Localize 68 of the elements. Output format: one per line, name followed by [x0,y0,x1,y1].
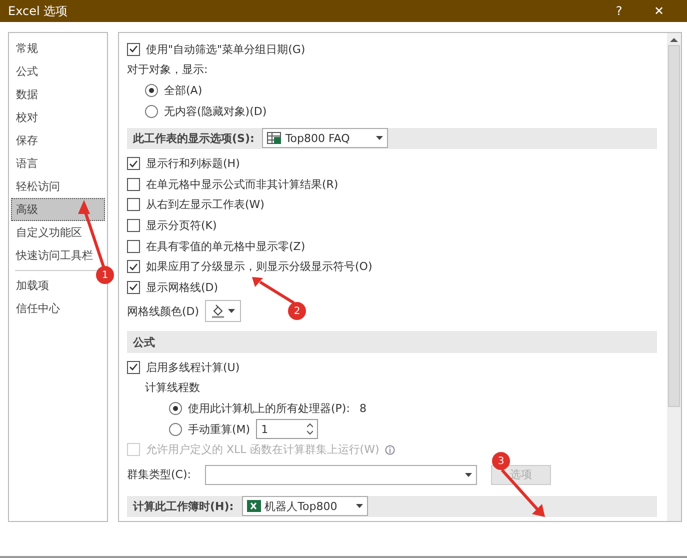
step-number: 3 [492,452,510,470]
radio-button[interactable] [169,422,182,436]
window-title: Excel 选项 [8,2,69,20]
caret-icon [464,472,472,477]
processor-count: 8 [358,402,366,415]
checkbox-label: 使用"自动筛选"菜单分组日期(G) [146,42,306,57]
paint-bucket-icon [211,304,226,318]
thread-count-spinner[interactable]: 1 [256,419,318,440]
sidebar-item[interactable]: 自定义功能区 [11,221,87,244]
checkbox[interactable] [127,178,140,191]
annotation-arrow [252,277,296,305]
step-number: 1 [96,266,114,284]
checkbox[interactable] [127,218,140,232]
section-title: 公式 [133,334,155,350]
checkbox-label: 如果应用了分级显示，则显示分级显示符号(O) [146,259,372,274]
sidebar-item[interactable]: 快速访问工具栏 [11,244,98,267]
sidebar-item[interactable]: 公式 [11,60,43,83]
radio-button[interactable] [145,104,158,118]
radio-button[interactable] [169,402,182,415]
checkbox-label: 允许用户定义的 XLL 函数在计算群集上运行(W) [146,442,380,458]
spreadsheet-icon [246,500,261,512]
annotation-arrow [500,468,546,518]
section-title: 计算此工作簿时(H): [133,498,234,514]
workbook-dropdown[interactable]: Top800 FAQ [262,128,388,148]
caret-icon [228,309,236,314]
option-label: 网格线颜色(D) [127,304,200,319]
radio-button[interactable] [145,84,158,98]
checkbox-label: 显示行和列标题(H) [146,156,240,171]
checkbox-label: 显示分页符(K) [146,218,217,233]
option-label: 计算线程数 [145,380,200,396]
checkbox[interactable] [127,157,140,170]
sidebar-item[interactable]: 校对 [11,106,43,129]
checkbox[interactable] [127,260,140,274]
sidebar-item[interactable]: 加载项 [11,274,54,297]
option-label: 群集类型(C): [127,467,191,482]
spreadsheet-icon [267,132,282,144]
checkbox[interactable] [127,42,140,56]
help-button[interactable]: ? [599,3,639,19]
checkbox-label: 显示网格线(D) [146,280,218,295]
checkbox-label: 启用多线程计算(U) [146,360,240,375]
radio-label: 无内容(隐藏对象)(D) [164,104,267,119]
step-number: 2 [288,302,306,320]
caret-icon [376,136,384,140]
section-title: 此工作表的显示选项(S): [133,130,254,146]
checkbox[interactable] [127,240,140,253]
sidebar-item[interactable]: 保存 [11,129,43,152]
sidebar-item[interactable]: 语言 [11,152,43,175]
scroll-up-icon[interactable] [670,37,678,43]
radio-label: 手动重算(M) [188,422,250,437]
sidebar-item[interactable]: 信任中心 [11,297,65,320]
sidebar-item[interactable]: 数据 [11,83,43,106]
sidebar-item[interactable]: 轻松访问 [11,175,65,198]
scrollbar[interactable] [667,33,681,521]
checkbox-label: 从右到左显示工作表(W) [146,197,264,212]
sidebar-item[interactable]: 高级 [11,198,105,221]
checkbox-label: 在单元格中显示公式而非其计算结果(R) [146,176,338,192]
checkbox-label: 在具有零值的单元格中显示零(Z) [146,238,306,254]
close-button[interactable]: ✕ [639,3,679,19]
color-picker-button[interactable] [205,300,242,322]
checkbox[interactable] [127,198,140,212]
workbook-dropdown[interactable]: 机器人Top800 [242,496,368,516]
option-label: 对于对象，显示: [127,62,208,78]
checkbox[interactable] [127,280,140,294]
checkbox[interactable] [127,360,140,374]
caret-icon [356,504,363,508]
radio-label: 全部(A) [164,83,202,98]
radio-label: 使用此计算机上的所有处理器(P): [188,400,350,416]
sidebar-item[interactable]: 常规 [11,37,43,60]
